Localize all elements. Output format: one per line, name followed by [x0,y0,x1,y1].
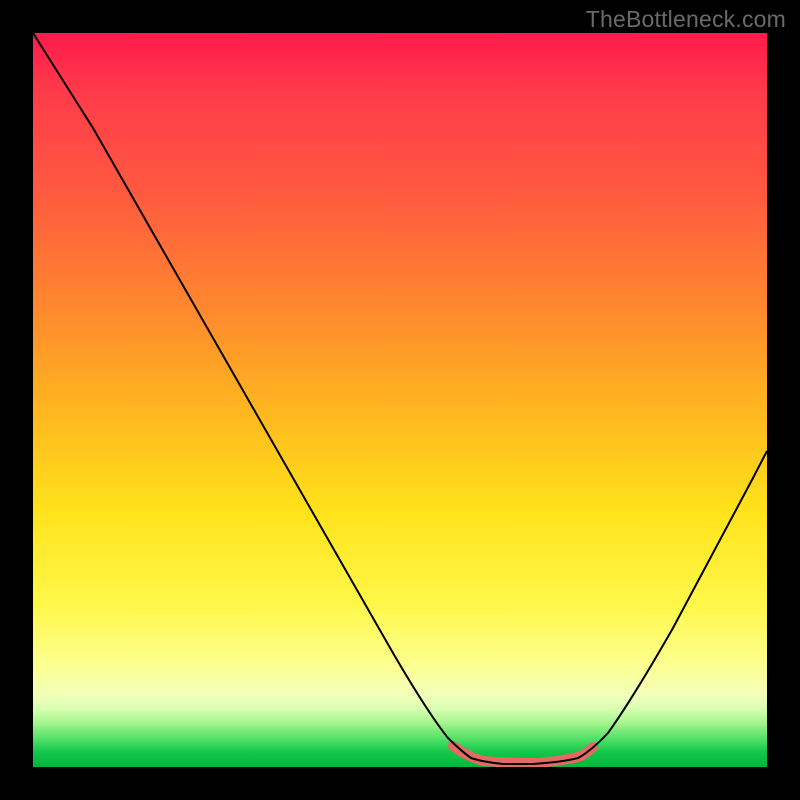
chart-frame: TheBottleneck.com [0,0,800,800]
valley-highlight-path [453,746,593,763]
chart-svg [33,33,767,767]
plot-area [33,33,767,767]
bottleneck-curve-path [33,33,767,764]
watermark-label: TheBottleneck.com [586,6,786,33]
